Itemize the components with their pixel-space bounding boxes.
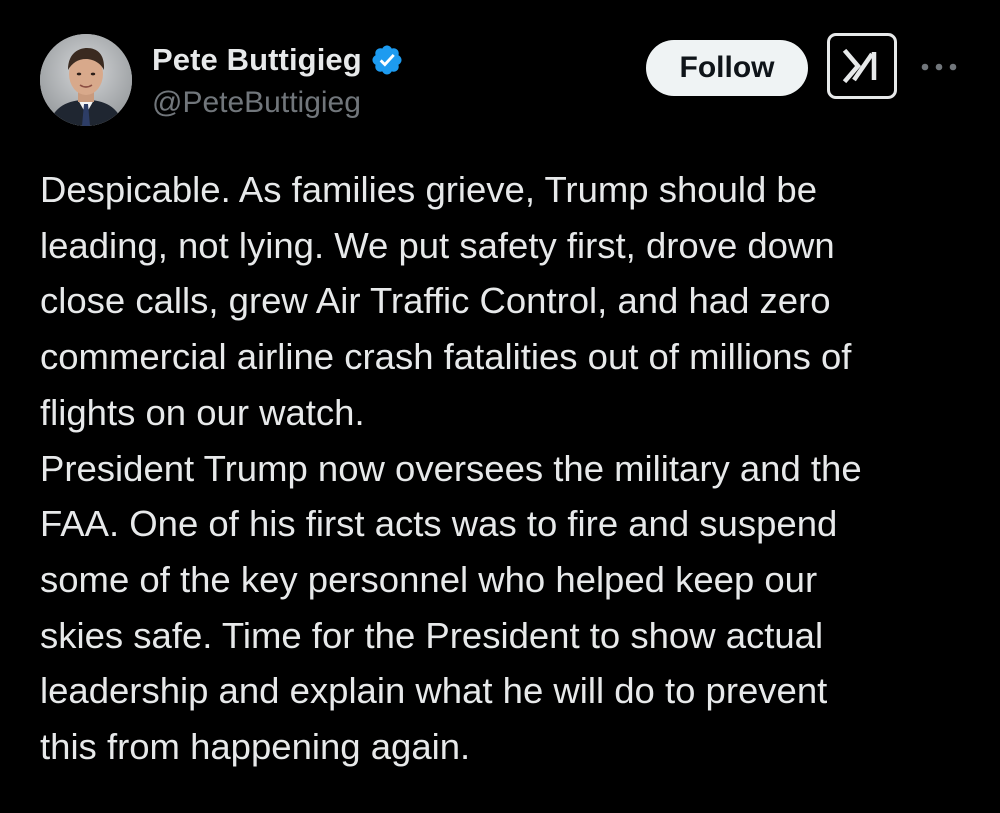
tweet-card: Pete Buttigieg @PeteButtigieg Follow Des…: [0, 0, 1000, 813]
tweet-text-line: Despicable. As families grieve, Trump sh…: [40, 169, 818, 210]
follow-button[interactable]: Follow: [646, 40, 808, 96]
avatar-image: [40, 34, 132, 126]
name-row: Pete Buttigieg: [152, 40, 404, 80]
tweet-text-line: flights on our watch.: [40, 391, 365, 433]
tweet-text-line: close calls, grew Air Traffic Control, a…: [40, 280, 831, 322]
verified-badge-icon[interactable]: [370, 43, 404, 77]
display-name[interactable]: Pete Buttigieg: [152, 42, 362, 78]
grok-icon[interactable]: [827, 33, 897, 99]
user-handle[interactable]: @PeteButtigieg: [152, 86, 404, 120]
tweet-text-line: commercial airline crash fatalities out …: [40, 336, 852, 378]
tweet-text-line: this from happening again.: [40, 726, 471, 768]
tweet-text-line: President Trump now oversees the militar…: [40, 447, 862, 489]
tweet-text: Despicable. As families grieve, Trump sh…: [40, 162, 980, 775]
tweet-text-line: some of the key personnel who helped kee…: [40, 558, 818, 600]
avatar[interactable]: [40, 34, 132, 126]
tweet-text-line: skies safe. Time for the President to sh…: [40, 614, 824, 656]
tweet-text-line: leadership and explain what he will do t…: [40, 670, 828, 712]
tweet-text-line: leading, not lying. We put safety first,…: [40, 224, 835, 266]
tweet-text-line: FAA. One of his first acts was to fire a…: [40, 503, 838, 545]
more-icon[interactable]: [918, 52, 960, 82]
author-block: Pete Buttigieg @PeteButtigieg: [152, 40, 404, 120]
